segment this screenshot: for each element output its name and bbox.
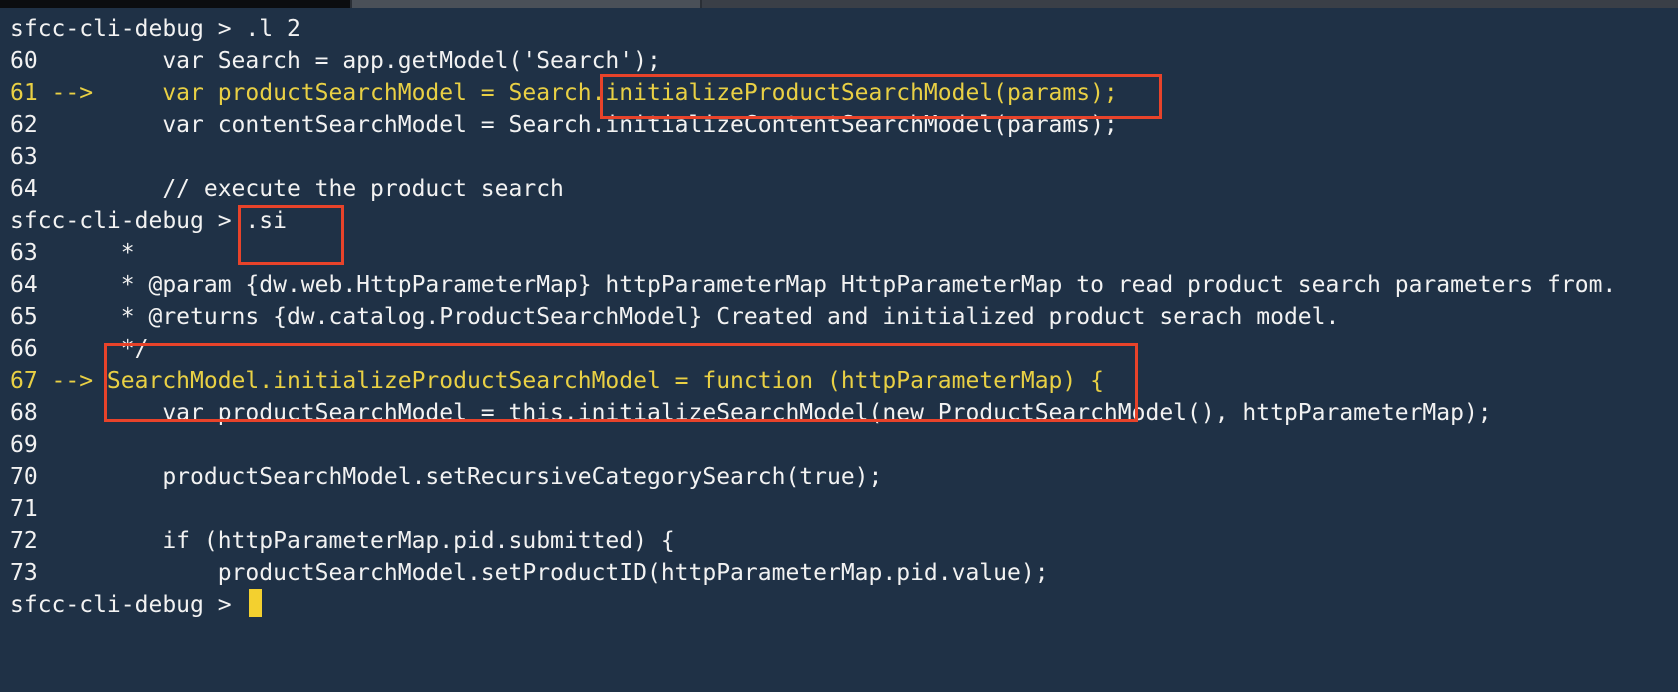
terminal-line: 70 productSearchModel.setRecursiveCatego…	[10, 464, 883, 490]
tab-active[interactable]	[0, 0, 350, 8]
text-cursor	[249, 589, 263, 617]
terminal-window: sfcc-cli-debug > .l 2 60 var Search = ap…	[0, 0, 1678, 692]
highlight-box-step-in-command	[238, 205, 344, 265]
prompt-text: sfcc-cli-debug >	[10, 592, 246, 618]
terminal-line: 73 productSearchModel.setProductID(httpP…	[10, 560, 1049, 586]
prompt-line[interactable]: sfcc-cli-debug >	[10, 589, 1616, 621]
terminal-line: sfcc-cli-debug > .l 2	[10, 16, 301, 42]
terminal-line: 64 // execute the product search	[10, 176, 564, 202]
terminal-line: 63	[10, 144, 38, 170]
terminal-line: 64 * @param {dw.web.HttpParameterMap} ht…	[10, 272, 1617, 298]
terminal-line: 65 * @returns {dw.catalog.ProductSearchM…	[10, 304, 1340, 330]
highlight-box-initialize-call	[600, 74, 1162, 119]
tab-3[interactable]	[702, 0, 1678, 8]
tab-2[interactable]	[352, 0, 700, 8]
terminal-line: 69	[10, 432, 38, 458]
highlight-box-function-definition	[104, 343, 1138, 422]
tab-bar	[0, 0, 1678, 8]
terminal-line: 72 if (httpParameterMap.pid.submitted) {	[10, 528, 675, 554]
terminal-line: 60 var Search = app.getModel('Search');	[10, 48, 661, 74]
terminal-line: 71	[10, 496, 38, 522]
